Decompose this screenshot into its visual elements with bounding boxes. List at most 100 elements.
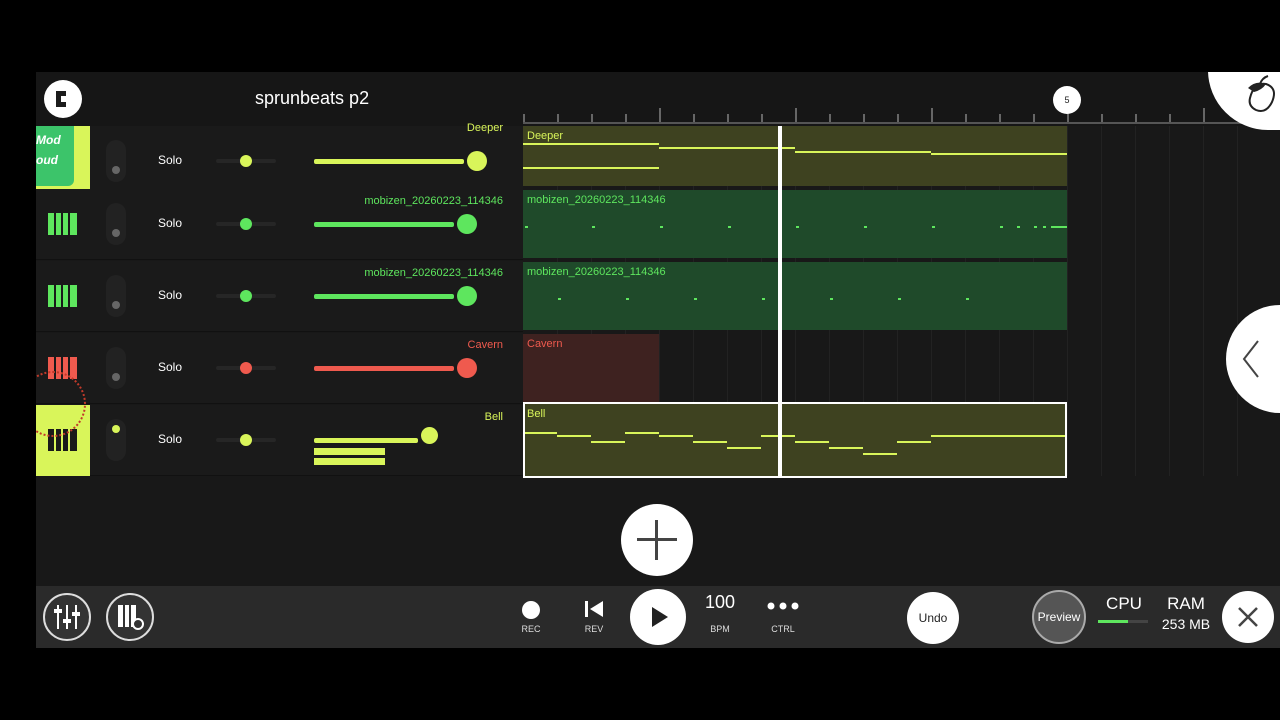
pan-knob[interactable] (240, 362, 252, 374)
ruler-tick (761, 114, 763, 122)
cpu-label: CPU (1106, 594, 1142, 613)
volume-slider[interactable] (314, 159, 464, 164)
track-row[interactable]: Solo mobizen_20260223_114346 (36, 189, 523, 260)
pan-knob[interactable] (240, 155, 252, 167)
rewind-label: REV (584, 624, 604, 634)
pan-slider[interactable] (216, 434, 276, 446)
track-row[interactable]: Solo mobizen_20260223_114346 (36, 261, 523, 332)
velocity-bar (314, 458, 385, 465)
mute-toggle[interactable] (106, 140, 126, 182)
pattern-label: mobizen_20260223_114346 (527, 194, 666, 206)
note (898, 298, 901, 300)
mute-toggle[interactable] (106, 419, 126, 461)
pattern-label: Cavern (527, 338, 563, 350)
piano-icon (48, 213, 77, 235)
mute-toggle[interactable] (106, 275, 126, 317)
transport-bar: REC REV 100 BPM CTRL Undo Preview CPU RA… (36, 586, 1280, 648)
pattern-clip[interactable]: mobizen_20260223_114346 (523, 262, 1067, 330)
note (558, 298, 561, 300)
volume-slider[interactable] (314, 294, 454, 299)
pan-knob[interactable] (240, 218, 252, 230)
solo-button[interactable]: Solo (158, 288, 182, 302)
note (694, 298, 697, 300)
pattern-clip[interactable]: Cavern (523, 334, 659, 402)
instrument-button[interactable] (36, 261, 90, 332)
record-button[interactable]: REC (521, 594, 541, 634)
mute-indicator (112, 229, 120, 237)
solo-button[interactable]: Solo (158, 432, 182, 446)
preview-button[interactable]: Preview (1032, 590, 1086, 644)
note (728, 226, 731, 228)
add-track-button[interactable] (621, 504, 693, 576)
ruler-tick (693, 114, 695, 122)
close-icon (1238, 607, 1258, 627)
mute-indicator (112, 301, 120, 309)
playhead[interactable] (778, 126, 782, 478)
track-row[interactable]: Solo Bell (36, 371, 523, 476)
watermark-badge: Mod oud (36, 126, 74, 186)
mute-indicator (112, 425, 120, 433)
play-icon (652, 607, 668, 627)
position-marker[interactable]: 5 (1053, 86, 1081, 114)
note (525, 226, 528, 228)
cpu-meter: CPU (1098, 594, 1150, 638)
grid-line (1169, 126, 1170, 476)
grid-line (1135, 126, 1136, 476)
ruler-tick (1169, 114, 1171, 122)
note (830, 298, 833, 300)
mute-toggle[interactable] (106, 347, 126, 389)
volume-slider[interactable] (314, 366, 454, 371)
pattern-label: mobizen_20260223_114346 (527, 266, 666, 278)
controls-button[interactable]: CTRL (763, 596, 803, 636)
track-name: Cavern (467, 339, 503, 351)
note (1000, 226, 1003, 228)
pan-slider[interactable] (216, 290, 276, 302)
track-row[interactable]: Solo Cavern (36, 333, 523, 404)
ruler-tick (523, 114, 525, 122)
volume-knob[interactable] (457, 214, 477, 234)
track-name: Deeper (466, 122, 503, 134)
volume-knob[interactable] (421, 427, 438, 444)
pattern-label: Deeper (527, 130, 564, 142)
fl-studio-menu-button[interactable] (1208, 72, 1280, 130)
solo-button[interactable]: Solo (158, 216, 182, 230)
note (1034, 226, 1037, 228)
ruler-tick (965, 114, 967, 122)
note (932, 226, 935, 228)
app-menu-button[interactable] (44, 80, 82, 118)
pan-knob[interactable] (240, 434, 252, 446)
volume-knob[interactable] (457, 358, 477, 378)
play-button[interactable] (630, 589, 686, 645)
volume-slider[interactable] (314, 438, 418, 443)
timeline-ruler[interactable] (523, 100, 1280, 126)
pan-slider[interactable] (216, 155, 276, 167)
solo-button[interactable]: Solo (158, 153, 182, 167)
mixer-button[interactable] (43, 593, 91, 641)
pan-knob[interactable] (240, 290, 252, 302)
pattern-clip[interactable]: mobizen_20260223_114346 (523, 190, 1067, 258)
rewind-button[interactable]: REV (582, 594, 606, 634)
pan-slider[interactable] (216, 218, 276, 230)
record-label: REC (521, 624, 541, 634)
side-panel-toggle[interactable] (1226, 305, 1280, 413)
note (931, 153, 1067, 155)
solo-button[interactable]: Solo (158, 360, 182, 374)
mute-toggle[interactable] (106, 203, 126, 245)
mute-indicator (112, 166, 120, 174)
note (762, 298, 765, 300)
ruler-tick (999, 114, 1001, 122)
ruler-tick (591, 114, 593, 122)
volume-knob[interactable] (467, 151, 487, 171)
pattern-clip[interactable]: Deeper (523, 126, 1067, 186)
undo-button[interactable]: Undo (907, 592, 959, 644)
close-button[interactable] (1222, 591, 1274, 643)
skip-back-icon (585, 601, 603, 617)
instrument-settings-button[interactable] (106, 593, 154, 641)
track-name: mobizen_20260223_114346 (364, 195, 503, 207)
tempo-control[interactable]: 100 BPM (700, 592, 740, 636)
volume-slider[interactable] (314, 222, 454, 227)
instrument-button[interactable] (36, 189, 90, 260)
track-row[interactable]: Mod oud Solo Deeper (36, 122, 523, 197)
pan-slider[interactable] (216, 362, 276, 374)
volume-knob[interactable] (457, 286, 477, 306)
